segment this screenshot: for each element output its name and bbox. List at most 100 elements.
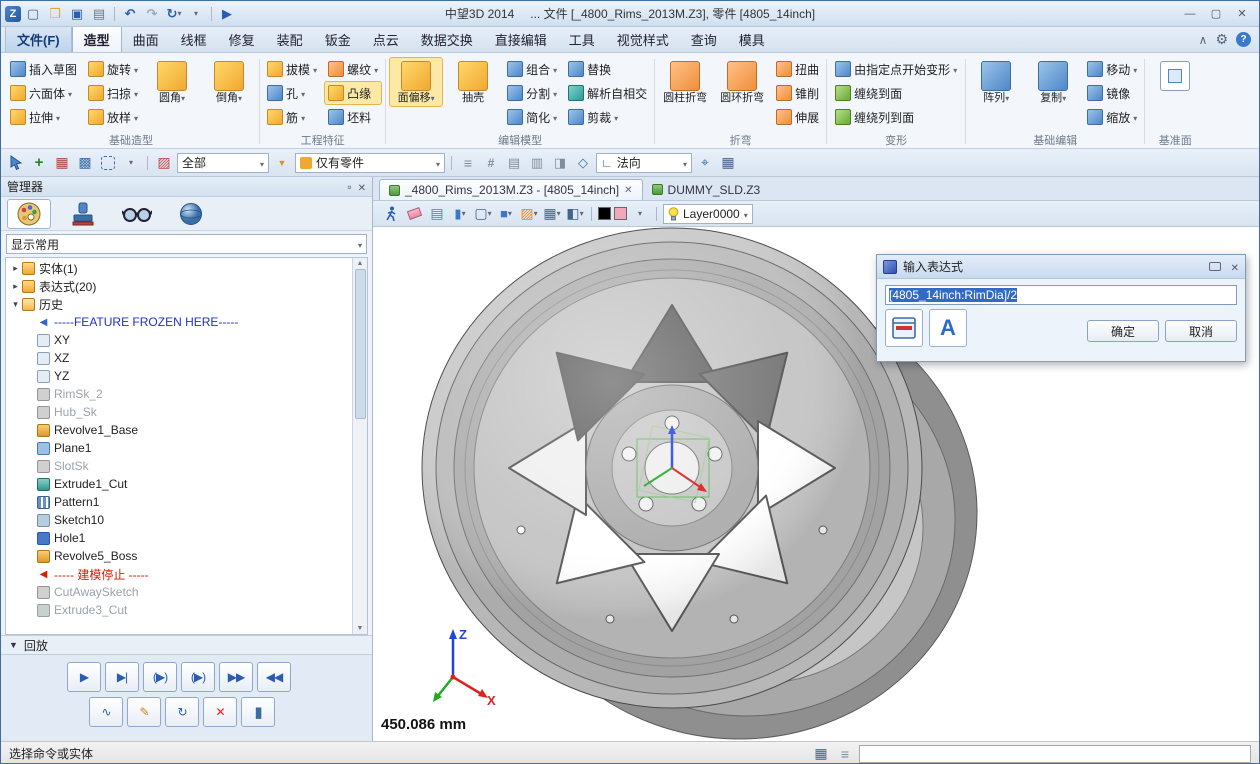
copy-button[interactable]: 复制 [1026, 57, 1080, 107]
divide-button[interactable]: 分割 [503, 81, 561, 105]
pick-last-icon[interactable] [504, 153, 524, 173]
dropdown-arrow-icon[interactable] [553, 110, 557, 124]
tree-item[interactable]: XY [6, 331, 352, 349]
redo-button[interactable] [142, 4, 162, 24]
dropdown-arrow-icon[interactable] [134, 62, 138, 76]
tree-item[interactable]: Sketch10 [6, 511, 352, 529]
comment-icon[interactable] [1209, 262, 1221, 271]
print-button[interactable] [89, 4, 109, 24]
tree-item[interactable]: Hub_Sk [6, 403, 352, 421]
expression-input[interactable]: [4805_14inch:RimDia]/2 [885, 285, 1237, 305]
dropdown-arrow-icon[interactable] [683, 156, 687, 170]
scroll-up-arrow-icon[interactable]: ▲ [357, 260, 364, 267]
dropdown-arrow-icon[interactable] [744, 207, 748, 221]
pick-grid-icon[interactable] [52, 153, 72, 173]
scrollbar-thumb[interactable] [355, 269, 366, 419]
tree-item[interactable]: ▾ 历史 [6, 295, 352, 313]
ribbon-tab[interactable]: 模具 [728, 26, 776, 52]
calculator-button[interactable] [885, 309, 923, 347]
tree-item[interactable]: RimSk_2 [6, 385, 352, 403]
close-button[interactable] [1229, 5, 1255, 23]
dialog-title-bar[interactable]: 输入表达式 [877, 255, 1245, 279]
stock-button[interactable]: 坯料 [324, 105, 382, 129]
wrap-to-face-button[interactable]: 缠绕到面 [830, 81, 962, 105]
qat-customize-dropdown[interactable] [186, 4, 206, 24]
tree-item[interactable]: YZ [6, 367, 352, 385]
display-stack-icon[interactable] [427, 204, 447, 224]
dropdown-arrow-icon[interactable] [614, 110, 618, 124]
settings-gear-icon[interactable] [1215, 31, 1228, 48]
stretch-button[interactable]: 伸展 [772, 105, 823, 129]
replay-button[interactable]: ↻ [165, 697, 199, 727]
font-button[interactable]: A [929, 309, 967, 347]
new-file-button[interactable] [23, 4, 43, 24]
ribbon-tab[interactable]: 点云 [362, 26, 410, 52]
ribbon-tab[interactable]: 造型 [72, 25, 122, 52]
replay-button[interactable]: ✎ [127, 697, 161, 727]
ribbon-tab[interactable]: 钣金 [314, 26, 362, 52]
manager-tab-view[interactable] [169, 199, 213, 229]
color-dropdown[interactable] [630, 204, 650, 224]
section-view-icon[interactable] [565, 204, 585, 224]
marquee-select-icon[interactable] [101, 156, 115, 170]
thread-button[interactable]: 螺纹 [324, 57, 382, 81]
face-color-swatch[interactable] [614, 207, 627, 220]
twist-button[interactable]: 扭曲 [772, 57, 823, 81]
lip-button[interactable]: 凸缘 [324, 81, 382, 105]
status-list-icon[interactable] [835, 744, 855, 764]
mirror-button[interactable]: 镜像 [1083, 81, 1141, 105]
pattern-button[interactable]: 阵列 [969, 57, 1023, 107]
shade-mode-icon[interactable] [450, 204, 470, 224]
tree-item[interactable]: ----- 建模停止 ----- [6, 565, 352, 583]
panel-float-icon[interactable] [347, 180, 351, 194]
help-icon[interactable] [1236, 32, 1251, 47]
replay-button[interactable]: ▶▶ [219, 662, 253, 692]
tree-item[interactable]: CutAwaySketch [6, 583, 352, 601]
move-button[interactable]: 移动 [1083, 57, 1141, 81]
dropdown-arrow-icon[interactable] [358, 237, 362, 251]
display-filter-combo[interactable]: 显示常用 [6, 234, 367, 254]
tree-item[interactable]: ▸ 表达式(20) [6, 277, 352, 295]
replay-button[interactable]: ▶| [105, 662, 139, 692]
tree-item[interactable]: ▸ 实体(1) [6, 259, 352, 277]
replay-button[interactable]: ∿ [89, 697, 123, 727]
tree-scrollbar[interactable]: ▲ ▼ [352, 258, 367, 634]
manager-tab-history[interactable] [7, 199, 51, 229]
fillet-button[interactable]: 圆角 [145, 57, 199, 107]
ribbon-tab[interactable]: 查询 [680, 26, 728, 52]
chamfer-button[interactable]: 倒角 [202, 57, 256, 107]
dropdown-arrow-icon[interactable] [301, 110, 305, 124]
pick-color-icon[interactable] [75, 153, 95, 173]
ribbon-tab[interactable]: 曲面 [122, 26, 170, 52]
datum-plane-button[interactable] [1148, 57, 1202, 93]
pick-all-icon[interactable] [527, 153, 547, 173]
filter-funnel-icon[interactable] [272, 153, 292, 173]
start-button[interactable] [217, 4, 237, 24]
extrude-button[interactable]: 拉伸 [6, 105, 81, 129]
ribbon-tab[interactable]: 数据交换 [410, 26, 484, 52]
box-button[interactable]: 六面体 [6, 81, 81, 105]
render-mode-icon[interactable] [519, 204, 539, 224]
walk-icon[interactable] [381, 204, 401, 224]
loft-button[interactable]: 放样 [84, 105, 142, 129]
solid-mode-icon[interactable] [496, 204, 516, 224]
taper-button[interactable]: 锥削 [772, 81, 823, 105]
status-input[interactable] [859, 745, 1251, 763]
status-grid-icon[interactable] [811, 744, 831, 764]
tree-item[interactable]: Plane1 [6, 439, 352, 457]
tree-item[interactable]: -----FEATURE FROZEN HERE----- [6, 313, 352, 331]
sweep-button[interactable]: 扫掠 [84, 81, 142, 105]
replay-button[interactable]: ▶ [67, 662, 101, 692]
snap-target-icon[interactable] [695, 153, 715, 173]
ribbon-tab[interactable]: 直接编辑 [484, 26, 558, 52]
ribbon-tab[interactable]: 装配 [266, 26, 314, 52]
dropdown-arrow-icon[interactable] [134, 86, 138, 100]
edge-color-swatch[interactable] [598, 207, 611, 220]
dropdown-arrow-icon[interactable] [313, 62, 317, 76]
expand-arrow-icon[interactable]: ▸ [10, 263, 21, 274]
replay-button[interactable]: ◀◀ [257, 662, 291, 692]
hole-button[interactable]: 孔 [263, 81, 321, 105]
list-picks-icon[interactable] [458, 153, 478, 173]
pick-id-icon[interactable] [481, 153, 501, 173]
select-arrow-icon[interactable] [6, 153, 26, 173]
